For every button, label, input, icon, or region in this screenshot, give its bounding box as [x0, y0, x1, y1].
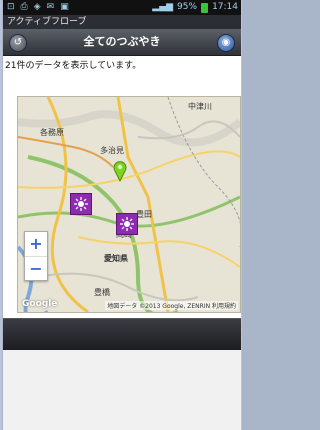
map-attribution[interactable]: 地図データ ©2013 Google, ZENRIN 利用規約 [105, 301, 238, 310]
android-icon: ◈ [33, 2, 41, 12]
status-right: ▂▄▆ 95% 17:14 [152, 0, 238, 15]
page-title: 全てのつぶやき [83, 35, 161, 48]
info-button[interactable]: ◉ [217, 34, 235, 52]
info-icon: ◉ [221, 37, 231, 48]
purple-marker[interactable] [70, 193, 92, 215]
app-title: アクティブフローブ [3, 15, 241, 29]
map-label: 愛知県 [104, 254, 128, 263]
map-label: 中津川 [188, 102, 212, 111]
signal-percent: 95% [177, 2, 198, 12]
usb-icon: ⎙ [20, 2, 28, 12]
phone-screen: ⊡ ⎙ ◈ ✉ ▣ ▂▄▆ 95% 17:14 アクティブフローブ ↺ 全てのつ… [3, 0, 241, 430]
map-label: 豊橋 [94, 288, 110, 297]
google-logo: Google [22, 299, 58, 309]
sun-icon [120, 217, 134, 231]
battery-icon [201, 2, 209, 13]
image-icon: ▣ [60, 2, 69, 12]
map-label: 多治見 [100, 146, 124, 155]
bottom-bar [3, 318, 241, 351]
status-icons: ⊡ ⎙ ◈ ✉ ▣ [7, 0, 69, 15]
clock: 17:14 [212, 2, 238, 12]
status-bar: ⊡ ⎙ ◈ ✉ ▣ ▂▄▆ 95% 17:14 [3, 0, 241, 15]
zoom-in-button[interactable]: + [25, 232, 47, 257]
map-label: 各務原 [40, 128, 64, 137]
green-pin[interactable] [112, 160, 128, 182]
result-count-text: 21件のデータを表示しています。 [5, 61, 142, 71]
mail-icon: ✉ [46, 2, 55, 12]
signal-icon: ▂▄▆ [152, 2, 174, 12]
map-view[interactable]: 中津川 各務原 多治見 豊田 岡崎 愛知県 豊橋 [17, 96, 241, 313]
zoom-control: + − [24, 231, 48, 281]
purple-marker[interactable] [116, 213, 138, 235]
header-bar: ↺ 全てのつぶやき ◉ [3, 29, 241, 56]
notification-icon: ⊡ [7, 2, 15, 12]
content-area [3, 350, 241, 430]
zoom-out-button[interactable]: − [25, 257, 47, 281]
sun-icon [74, 197, 88, 211]
map-label: 豊田 [136, 210, 152, 219]
